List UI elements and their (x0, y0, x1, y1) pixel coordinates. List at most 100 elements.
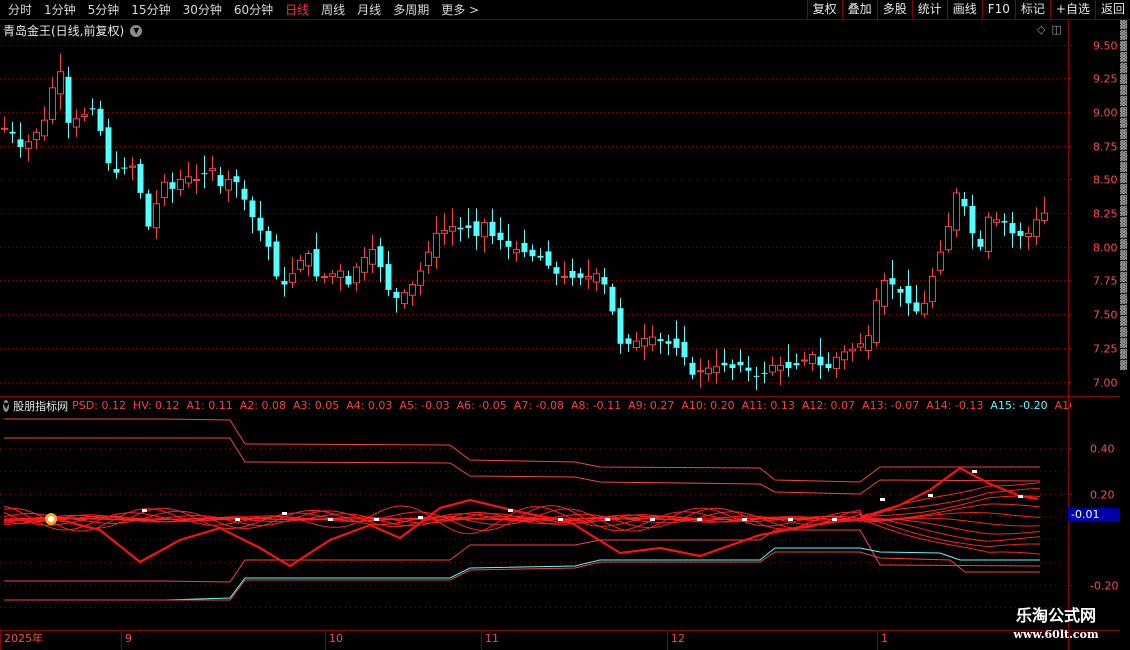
toolbar-button-5[interactable]: F10 (981, 0, 1015, 20)
candle-body (689, 362, 696, 375)
candle-body (233, 176, 240, 183)
toolbar-button-6[interactable]: 标记 (1014, 0, 1050, 20)
candle (1, 116, 8, 133)
candle-body (913, 302, 920, 312)
period-tab-1[interactable]: 1分钟 (38, 0, 82, 20)
candle (321, 272, 328, 283)
period-tab-5[interactable]: 60分钟 (228, 0, 279, 20)
candle-body (193, 178, 200, 181)
indicator-value-7: A6: -0.05 (456, 399, 507, 412)
toolbar-button-4[interactable]: 画线 (946, 0, 982, 20)
candle-body (1025, 232, 1032, 238)
period-tab-4[interactable]: 30分钟 (177, 0, 228, 20)
candle-body (417, 270, 424, 286)
candle-body (121, 167, 128, 169)
candle-body (545, 251, 552, 266)
candle-body (953, 192, 960, 231)
candle-body (481, 222, 488, 238)
stock-title-bar[interactable]: 青岛金王(日线,前复权) ▼ (3, 22, 143, 39)
period-tab-8[interactable]: 月线 (351, 0, 387, 20)
toolbar-button-0[interactable]: 复权 (806, 0, 842, 20)
candle (385, 251, 392, 297)
candle (913, 284, 920, 315)
candle (265, 226, 272, 261)
chevron-down-icon[interactable]: ▼ (130, 24, 143, 37)
period-tab-0[interactable]: 分时 (2, 0, 38, 20)
candle-body (873, 300, 880, 343)
candle (361, 247, 368, 281)
candle-body (729, 364, 736, 369)
price-axis-label-2: 9.00 (1093, 107, 1118, 120)
band-lower-outer (4, 551, 1040, 601)
candle-body (177, 178, 184, 191)
candle (865, 325, 872, 360)
candle (937, 239, 944, 276)
panel-toggle-icon[interactable]: ◫ (1051, 23, 1061, 36)
candle-body (113, 168, 120, 173)
toolbar-button-2[interactable]: 多股 (876, 0, 912, 20)
price-axis-label-1: 9.25 (1093, 73, 1118, 86)
price-axis-label-8: 7.50 (1093, 309, 1118, 322)
candle (97, 100, 104, 136)
band-lower-inner (4, 529, 1041, 583)
watermark-title: 乐淘公式网 (1015, 606, 1096, 625)
period-tab-3[interactable]: 15分钟 (125, 0, 176, 20)
candle (121, 157, 128, 175)
candle (809, 351, 816, 371)
candle-body (673, 338, 680, 348)
candle (985, 212, 992, 259)
indicator-value-11: A10: 0.20 (681, 399, 735, 412)
period-tab-7[interactable]: 周线 (315, 0, 351, 20)
candle (169, 172, 176, 203)
candle (337, 263, 344, 291)
candle-body (897, 289, 904, 293)
candle (193, 164, 200, 195)
candle (505, 223, 512, 260)
candle-body (1017, 231, 1024, 237)
candle (617, 298, 624, 354)
signal-marker (142, 509, 147, 512)
price-axis-label-0: 9.50 (1093, 40, 1118, 53)
candle (105, 118, 112, 171)
candle-body (633, 340, 640, 349)
candle (673, 320, 680, 356)
candle-body (1041, 212, 1048, 221)
oscillator-line (3, 503, 1041, 527)
candle-body (721, 362, 728, 366)
toolbar-button-7[interactable]: +自选 (1049, 0, 1095, 20)
candle (369, 234, 376, 273)
candle-body (513, 249, 520, 254)
period-tab-2[interactable]: 5分钟 (82, 0, 126, 20)
candle (969, 194, 976, 249)
toolbar-button-1[interactable]: 叠加 (841, 0, 877, 20)
price-axis-label-10: 7.00 (1093, 377, 1118, 390)
diamond-icon[interactable]: ◇ (1037, 23, 1045, 36)
chart-canvas[interactable]: 9.50 9.25 9.00 8.75 8.50 8.25 8.00 7.75 7.50 7.25… (0, 20, 1130, 650)
indicator-menu-icon[interactable]: ▼ (3, 399, 10, 412)
indicator-name[interactable]: 股朋指标网 (13, 398, 68, 413)
toolbar-button-3[interactable]: 统计 (911, 0, 947, 20)
candle-body (937, 251, 944, 271)
period-tab-6[interactable]: 日线 (279, 0, 315, 20)
candle-body (217, 175, 224, 187)
tool-buttons: 复权 叠加 多股 统计 画线 F10 标记 +自选 返回 (806, 0, 1130, 20)
candle (137, 159, 144, 199)
candle-body (425, 251, 432, 267)
candle-body (857, 343, 864, 348)
period-tab-10[interactable]: 更多 > (435, 0, 485, 20)
candle-body (697, 370, 704, 373)
candle (1025, 226, 1032, 250)
candle (497, 217, 504, 250)
candle-body (353, 266, 360, 284)
current-value-box: -0.01 (1068, 508, 1120, 522)
candle-body (569, 270, 576, 278)
toolbar-button-8[interactable]: 返回 (1094, 0, 1130, 20)
period-tab-9[interactable]: 多周期 (387, 0, 435, 20)
toolbar: 分时 1分钟 5分钟 15分钟 30分钟 60分钟 日线 周线 月线 多周期 更多 > 复权 叠加 多股… (0, 0, 1130, 20)
signal-marker (788, 518, 793, 521)
candle-body (737, 361, 744, 366)
candle (1041, 196, 1048, 225)
right-info-strip[interactable]: ▓▓▓▓▓▓▓▓▓▓▓▓▓▓▓▓▓▓▓▓▓▓▓▓▓▓▓▓▓▓▓▓ (1120, 20, 1130, 650)
candle-body (73, 118, 80, 128)
candle-body (785, 361, 792, 369)
